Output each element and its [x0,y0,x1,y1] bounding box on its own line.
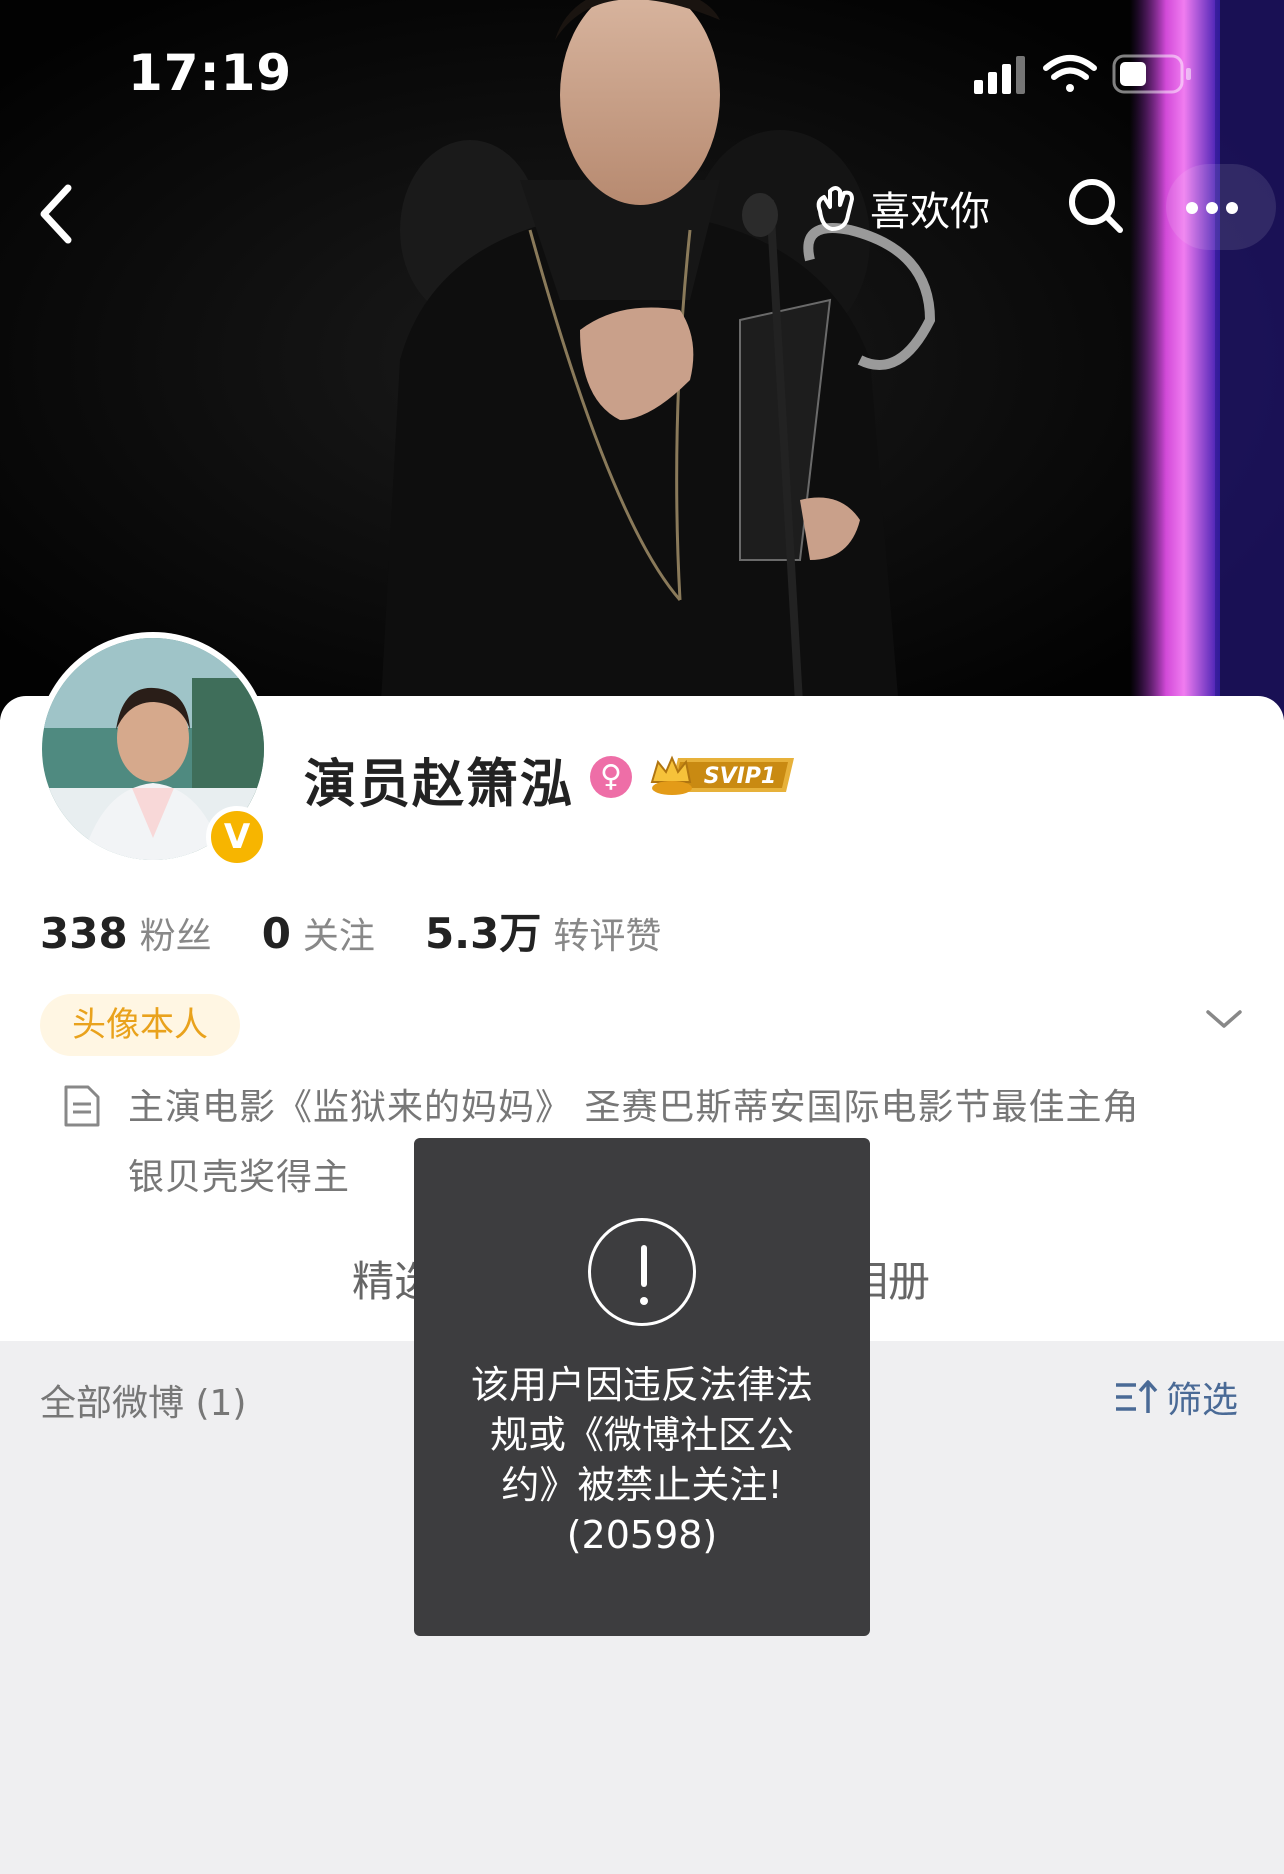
profile-stats: 338 粉丝 0 关注 5.3万 转评赞 [40,900,711,960]
toast-line-1: 该用户因违反法律法 [470,1363,813,1407]
more-dot-icon [1186,202,1198,214]
following-label: 关注 [302,916,375,957]
bio-line-1: 主演电影《监狱来的妈妈》 圣赛巴斯蒂安国际电影节最佳主角 [128,1087,1140,1128]
status-icons [974,50,1204,100]
filter-label: 筛选 [1166,1380,1239,1421]
wifi-icon [1043,55,1097,92]
filter-button[interactable]: 筛选 [1114,1374,1239,1421]
followers-stat[interactable]: 338 粉丝 [40,907,212,959]
back-arrow-icon [40,184,72,244]
more-dot-icon [1226,202,1238,214]
expand-button[interactable] [1204,1004,1244,1034]
document-icon [62,1084,102,1128]
followers-count: 338 [40,909,128,958]
toast-line-4: (20598) [566,1513,718,1557]
search-icon [1069,179,1123,233]
avatar-real-person-tag[interactable]: 头像本人 [40,994,240,1056]
followers-label: 粉丝 [139,916,212,957]
toast-line-3: 约》被禁止关注! [501,1463,783,1507]
hand-heart-icon [816,186,854,231]
exclamation-icon [588,1218,696,1326]
clock: 17:19 [128,44,293,102]
error-toast: 该用户因违反法律法 规或《微博社区公 约》被禁止关注! (20598) [414,1138,870,1636]
verified-badge: V [206,806,268,868]
all-weibo-label[interactable]: 全部微博 (1) [40,1374,246,1426]
toast-line-2: 规或《微博社区公 [489,1413,794,1457]
bio-line-2: 银贝壳奖得主 [128,1157,351,1198]
engagement-stat[interactable]: 5.3万 转评赞 [425,900,661,961]
engagement-count: 5.3万 [424,909,542,958]
battery-icon [1112,54,1191,94]
svip-label: SVIP1 [704,764,777,789]
toast-message: 该用户因违反法律法 规或《微博社区公 约》被禁止关注! (20598) [444,1360,840,1560]
status-bar: 17:19 [0,0,1284,140]
signal-icon [974,56,1025,94]
like-label: 喜欢你 [870,189,990,235]
top-nav: 喜欢你 [0,160,1284,260]
engagement-label: 转评赞 [553,916,662,957]
following-stat[interactable]: 0 关注 [262,907,375,959]
chevron-down-icon [1206,1010,1242,1028]
svip-badge[interactable]: SVIP1 [648,752,796,798]
search-button[interactable] [1064,174,1128,238]
following-count: 0 [261,909,291,958]
more-button[interactable] [1166,164,1276,250]
back-button[interactable] [32,170,92,250]
female-gender-icon: ♀ [590,756,632,798]
filter-icon [1116,1380,1158,1413]
profile-name: 演员赵箫泓 [304,755,575,815]
more-dot-icon [1206,202,1218,214]
like-you-button[interactable]: 喜欢你 [812,176,990,240]
profile-page: 17:19 喜欢你 V 演员赵箫泓 ♀ SVIP1 338 粉丝 0 关注 5.… [0,0,1284,1874]
